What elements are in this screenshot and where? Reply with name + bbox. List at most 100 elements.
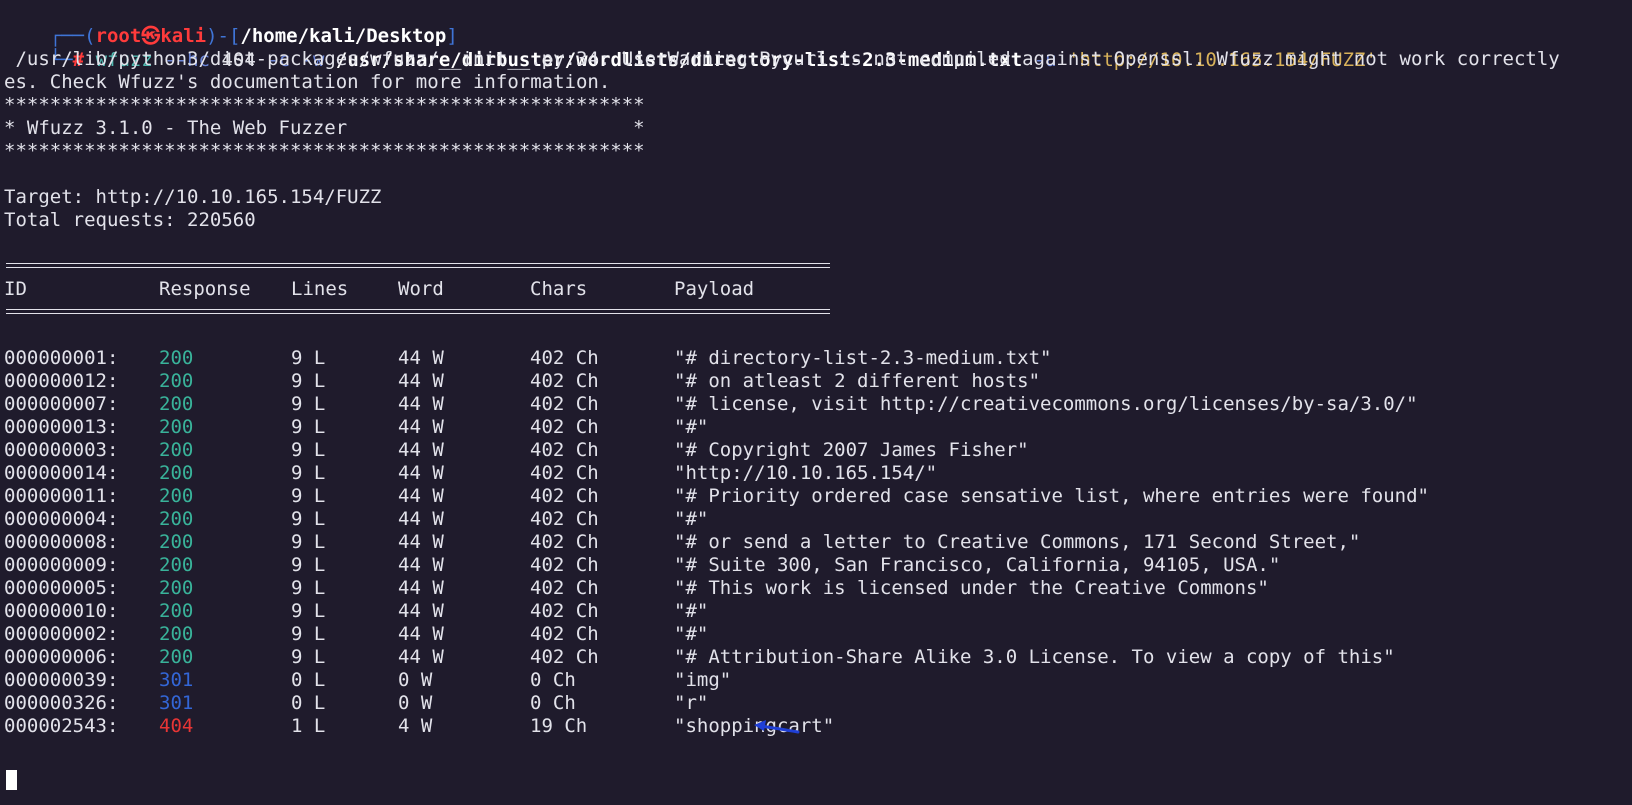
row-lines: 0 L xyxy=(291,692,326,714)
row-chars: 402 Ch xyxy=(530,600,599,622)
banner-stars-top: ****************************************… xyxy=(4,94,645,116)
row-chars: 402 Ch xyxy=(530,462,599,484)
row-id: 000000012: xyxy=(4,370,119,392)
row-response: 301 xyxy=(159,669,194,691)
row-payload: "r" xyxy=(674,692,709,714)
header-response: Response xyxy=(159,278,251,300)
row-id: 000000006: xyxy=(4,646,119,668)
warning-line-1: /usr/lib/python3/dist-packages/wfuzz/__i… xyxy=(4,48,1560,70)
row-word: 44 W xyxy=(398,439,444,461)
row-response: 200 xyxy=(159,623,194,645)
row-id: 000002543: xyxy=(4,715,119,737)
row-id: 000000326: xyxy=(4,692,119,714)
row-word: 0 W xyxy=(398,692,433,714)
row-payload: "#" xyxy=(674,623,709,645)
header-chars: Chars xyxy=(530,278,588,300)
row-chars: 402 Ch xyxy=(530,554,599,576)
table-row: 000000007: 200 9 L 44 W 402 Ch "# license, vi… xyxy=(4,392,1604,416)
row-payload: "#" xyxy=(674,508,709,530)
row-payload: "#" xyxy=(674,600,709,622)
table-row: 000000005: 200 9 L 44 W 402 Ch "# This work i… xyxy=(4,576,1604,600)
row-id: 000000009: xyxy=(4,554,119,576)
table-header: ID Response Lines Word Chars Payload xyxy=(4,277,1004,301)
row-id: 000000014: xyxy=(4,462,119,484)
row-payload: "# This work is licensed under the Creat… xyxy=(674,577,1269,599)
target-line: Target: http://10.10.165.154/FUZZ xyxy=(4,186,382,208)
row-word: 0 W xyxy=(398,669,433,691)
table-row: 000000006: 200 9 L 44 W 402 Ch "# Attribution… xyxy=(4,645,1604,669)
table-row: 000000011: 200 9 L 44 W 402 Ch "# Priority or… xyxy=(4,484,1604,508)
row-id: 000000039: xyxy=(4,669,119,691)
row-word: 44 W xyxy=(398,554,444,576)
row-chars: 402 Ch xyxy=(530,646,599,668)
row-payload: "#" xyxy=(674,416,709,438)
row-payload: "# Attribution-Share Alike 3.0 License. … xyxy=(674,646,1395,668)
row-payload: "# Copyright 2007 James Fisher" xyxy=(674,439,1029,461)
banner-title: * Wfuzz 3.1.0 - The Web Fuzzer * xyxy=(4,117,645,139)
row-payload: "# license, visit http://creativecommons… xyxy=(674,393,1418,415)
table-row: 000000001: 200 9 L 44 W 402 Ch "# directory-l… xyxy=(4,346,1604,370)
row-response: 404 xyxy=(159,715,194,737)
row-word: 44 W xyxy=(398,531,444,553)
row-chars: 402 Ch xyxy=(530,623,599,645)
table-rule-bottom xyxy=(6,309,830,314)
row-lines: 9 L xyxy=(291,485,326,507)
banner-stars-bottom: ****************************************… xyxy=(4,140,645,162)
row-word: 44 W xyxy=(398,370,444,392)
row-word: 44 W xyxy=(398,577,444,599)
row-id: 000000008: xyxy=(4,531,119,553)
row-lines: 9 L xyxy=(291,393,326,415)
row-lines: 9 L xyxy=(291,600,326,622)
row-response: 200 xyxy=(159,554,194,576)
table-row: 000000013: 200 9 L 44 W 402 Ch "#" xyxy=(4,415,1604,439)
row-word: 44 W xyxy=(398,462,444,484)
row-chars: 0 Ch xyxy=(530,692,576,714)
row-lines: 9 L xyxy=(291,416,326,438)
row-lines: 9 L xyxy=(291,462,326,484)
row-word: 44 W xyxy=(398,646,444,668)
row-response: 200 xyxy=(159,600,194,622)
row-response: 200 xyxy=(159,347,194,369)
header-payload: Payload xyxy=(674,278,755,300)
row-lines: 1 L xyxy=(291,715,326,737)
row-word: 44 W xyxy=(398,623,444,645)
row-lines: 9 L xyxy=(291,554,326,576)
row-chars: 402 Ch xyxy=(530,531,599,553)
row-chars: 402 Ch xyxy=(530,577,599,599)
row-id: 000000005: xyxy=(4,577,119,599)
row-response: 200 xyxy=(159,462,194,484)
table-row: 000000326: 301 0 L 0 W 0 Ch "r" xyxy=(4,691,1604,715)
row-id: 000000013: xyxy=(4,416,119,438)
row-response: 200 xyxy=(159,508,194,530)
row-payload: "# directory-list-2.3-medium.txt" xyxy=(674,347,1052,369)
row-chars: 402 Ch xyxy=(530,347,599,369)
row-id: 000000001: xyxy=(4,347,119,369)
row-word: 4 W xyxy=(398,715,433,737)
header-id: ID xyxy=(4,278,27,300)
row-response: 200 xyxy=(159,439,194,461)
row-payload: "http://10.10.165.154/" xyxy=(674,462,938,484)
table-row: 000000003: 200 9 L 44 W 402 Ch "# Copyright 2… xyxy=(4,438,1604,462)
row-word: 44 W xyxy=(398,508,444,530)
table-row: 000000009: 200 9 L 44 W 402 Ch "# Suite 300, … xyxy=(4,553,1604,577)
prompt-line: ┌──(root㉿kali)-[/home/kali/Desktop] xyxy=(4,0,458,47)
row-word: 44 W xyxy=(398,393,444,415)
warning-line-2: es. Check Wfuzz's documentation for more… xyxy=(4,71,611,93)
row-lines: 9 L xyxy=(291,531,326,553)
terminal-window[interactable]: ┌──(root㉿kali)-[/home/kali/Desktop] └─# … xyxy=(4,0,1632,805)
row-response: 301 xyxy=(159,692,194,714)
table-row: 000000004: 200 9 L 44 W 402 Ch "#" xyxy=(4,507,1604,531)
table-row: 000000002: 200 9 L 44 W 402 Ch "#" xyxy=(4,622,1604,646)
header-word: Word xyxy=(398,278,444,300)
table-row: 000000014: 200 9 L 44 W 402 Ch "http://10.10.… xyxy=(4,461,1604,485)
row-chars: 402 Ch xyxy=(530,508,599,530)
row-payload: "# Priority ordered case sensative list,… xyxy=(674,485,1429,507)
row-payload: "# Suite 300, San Francisco, California,… xyxy=(674,554,1281,576)
table-rule-top xyxy=(6,263,830,268)
row-chars: 19 Ch xyxy=(530,715,588,737)
row-lines: 9 L xyxy=(291,577,326,599)
row-lines: 9 L xyxy=(291,623,326,645)
row-response: 200 xyxy=(159,485,194,507)
row-payload: "# on atleast 2 different hosts" xyxy=(674,370,1041,392)
table-row: 000000012: 200 9 L 44 W 402 Ch "# on atleast … xyxy=(4,369,1604,393)
